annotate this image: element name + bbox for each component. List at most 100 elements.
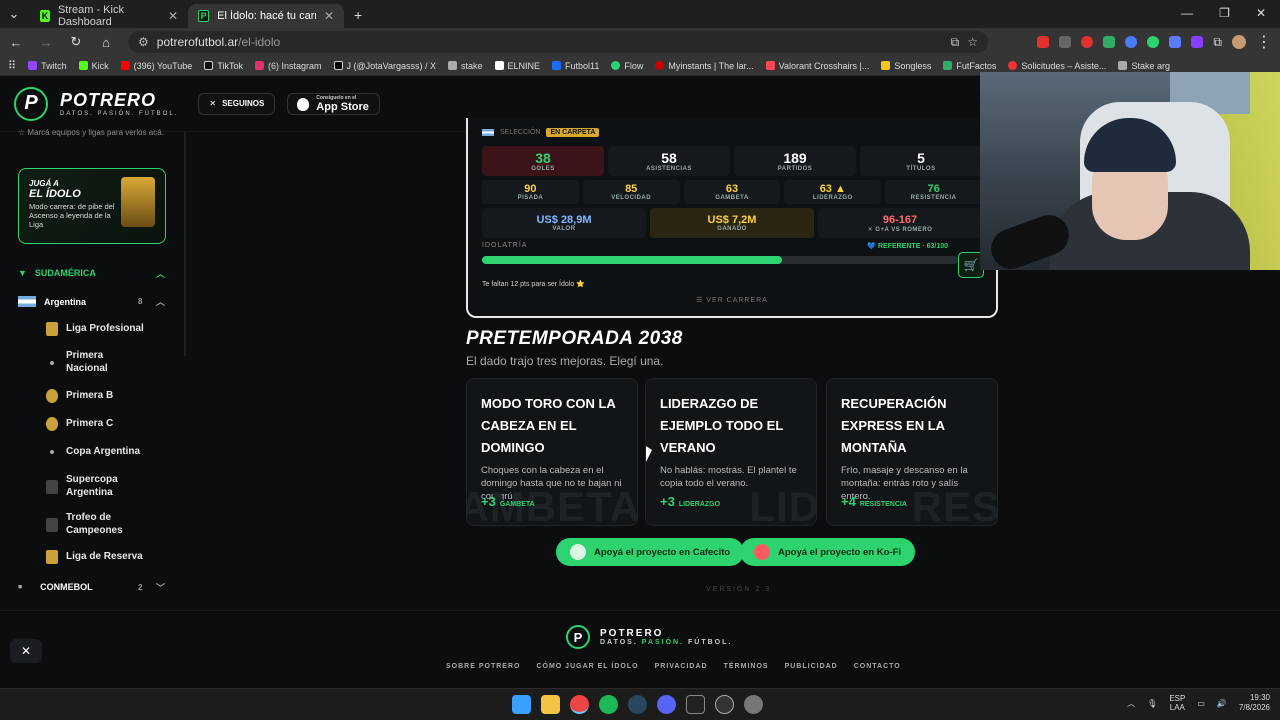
- site-logo[interactable]: POTRERO DATOS. PASIÓN. FÚTBOL.: [60, 90, 178, 117]
- bookmark-futbol11[interactable]: Futbol11: [552, 61, 599, 71]
- bookmark-x[interactable]: J (@JotaVargasss) / X: [333, 61, 436, 71]
- potrero-logo-icon[interactable]: P: [14, 86, 48, 121]
- epic-games-icon[interactable]: [686, 695, 705, 714]
- language-indicator[interactable]: ESP LAA: [1169, 694, 1185, 713]
- restore-icon[interactable]: ❐: [1219, 6, 1230, 20]
- url-field[interactable]: ⚙ potrerofutbol.ar/el-idolo ⧉ ☆: [128, 31, 988, 53]
- reload-icon[interactable]: ↻: [68, 34, 84, 50]
- close-icon[interactable]: ✕: [168, 9, 178, 23]
- close-icon[interactable]: ✕: [324, 9, 334, 23]
- bookmark-stake[interactable]: stake: [448, 61, 483, 71]
- selection-label: SELECCIÓN: [500, 129, 541, 136]
- site-info-icon[interactable]: ⚙: [138, 35, 149, 49]
- home-icon[interactable]: ⌂: [98, 35, 114, 50]
- chevron-up-icon[interactable]: ︿: [156, 295, 165, 308]
- chevron-up-icon[interactable]: ︿: [156, 267, 165, 280]
- x-social-button[interactable]: ✕: [10, 639, 42, 663]
- sidebar-item-liga-profesional[interactable]: Liga Profesional: [46, 322, 144, 336]
- bookmark-valorant[interactable]: Valorant Crosshairs |...: [765, 61, 869, 71]
- extension-icon[interactable]: [1103, 36, 1116, 48]
- region-conmebol[interactable]: ◼ CONMEBOL 2 ﹀: [18, 582, 165, 593]
- extension-icon[interactable]: [1037, 36, 1050, 48]
- extension-icon[interactable]: [1169, 36, 1182, 48]
- back-icon[interactable]: ←: [8, 35, 24, 50]
- close-window-icon[interactable]: ✕: [1256, 6, 1266, 20]
- bookmark-myinstants[interactable]: Myinstants | The lar...: [655, 61, 754, 71]
- career-card: SELECCIÓN EN CARPETA 38 GOLES 58 ASISTENCI…: [466, 118, 998, 318]
- bookmark-instagram[interactable]: (6) Instagram: [254, 61, 322, 71]
- footer-link-publicidad[interactable]: PUBLICIDAD: [785, 663, 838, 670]
- window-controls: — ❐ ✕: [1181, 6, 1280, 28]
- sidebar-item-primera-c[interactable]: Primera C: [46, 417, 113, 431]
- follow-x-button[interactable]: ✕ SEGUINOS: [198, 92, 276, 115]
- extension-icon[interactable]: [1059, 36, 1072, 48]
- footer-link-contacto[interactable]: CONTACTO: [854, 663, 901, 670]
- volume-icon[interactable]: 🔊: [1217, 699, 1227, 708]
- extension-icon[interactable]: [1081, 36, 1094, 48]
- country-argentina[interactable]: Argentina 8 ︿: [18, 296, 165, 307]
- cafecito-button[interactable]: Apoyá el proyecto en Cafecito: [556, 538, 745, 566]
- bookmark-futfactos[interactable]: FutFactos: [943, 61, 996, 71]
- conmebol-label: CONMEBOL: [40, 582, 93, 592]
- footer-link-sobre[interactable]: SOBRE POTRERO: [446, 663, 520, 670]
- install-app-icon[interactable]: ⧉: [951, 35, 960, 50]
- clock[interactable]: 19:30 7/8/2026: [1239, 693, 1270, 714]
- chevron-down-icon[interactable]: ﹀: [156, 581, 165, 594]
- preseason-option-1[interactable]: GAMBETA MODO TORO CON LA CABEZA EN EL DO…: [466, 378, 638, 526]
- forward-icon[interactable]: →: [38, 35, 54, 50]
- bookmark-solicitudes[interactable]: Solicitudes – Asiste...: [1008, 61, 1106, 71]
- chrome-icon[interactable]: [570, 695, 589, 714]
- kofi-button[interactable]: Apoyá el proyecto en Ko-Fi: [740, 538, 915, 566]
- bookmark-twitch[interactable]: Twitch: [28, 61, 67, 71]
- footer-link-privacidad[interactable]: PRIVACIDAD: [655, 663, 708, 670]
- bookmark-youtube[interactable]: (396) YouTube: [120, 61, 192, 71]
- league-logo-icon: [46, 550, 58, 564]
- bookmark-songless[interactable]: Songless: [881, 61, 931, 71]
- bookmark-kick[interactable]: Kick: [78, 61, 109, 71]
- app-store-button[interactable]: Consiguelo en el App Store: [287, 92, 380, 115]
- sidebar-item-primera-nacional[interactable]: Primera Nacional: [46, 350, 126, 375]
- browser-menu-icon[interactable]: ⋮: [1256, 32, 1272, 52]
- discord-icon[interactable]: [657, 695, 676, 714]
- footer-link-como-jugar[interactable]: CÓMO JUGAR EL ÍDOLO: [536, 663, 638, 670]
- obs-icon[interactable]: [715, 695, 734, 714]
- extension-icon[interactable]: [1147, 36, 1160, 48]
- settings-icon[interactable]: [744, 695, 763, 714]
- bookmark-tiktok[interactable]: TikTok: [204, 61, 243, 71]
- minimize-icon[interactable]: —: [1181, 6, 1193, 20]
- spotify-icon[interactable]: [599, 695, 618, 714]
- extension-icon[interactable]: [1125, 36, 1138, 48]
- preseason-option-2[interactable]: LID LIDERAZGO DE EJEMPLO TODO EL VERANO …: [645, 378, 817, 526]
- bookmark-stake-arg[interactable]: Stake arg: [1118, 61, 1170, 71]
- tab-el-idolo[interactable]: P El Ídolo: hacé tu carrera en la Li ✕: [188, 4, 344, 28]
- extensions-puzzle-icon[interactable]: ⧉: [1213, 35, 1222, 50]
- footer-link-terminos[interactable]: TÉRMINOS: [724, 663, 769, 670]
- sidebar-item-supercopa-argentina[interactable]: Supercopa Argentina: [46, 474, 136, 499]
- sidebar-scrollbar[interactable]: [184, 132, 186, 356]
- bookmark-flow[interactable]: Flow: [611, 61, 643, 71]
- country-count: 8: [138, 297, 143, 306]
- tray-chevron-icon[interactable]: ︿: [1127, 698, 1135, 709]
- region-sudamerica[interactable]: ▼ SUDAMÉRICA ︿: [18, 268, 165, 279]
- new-tab-button[interactable]: +: [354, 7, 362, 23]
- bookmark-star-icon[interactable]: ☆: [967, 35, 978, 49]
- network-icon[interactable]: ▭: [1197, 699, 1205, 708]
- el-idolo-promo-card[interactable]: JUGÁ A EL ÍDOLO Modo carrera: de pibe de…: [18, 168, 166, 244]
- sidebar-item-copa-argentina[interactable]: Copa Argentina: [46, 446, 140, 459]
- footer-logo[interactable]: P POTRERO DATOS. PASIÓN. FÚTBOL.: [566, 625, 732, 649]
- tab-list-chevron-icon[interactable]: ⌄: [6, 6, 22, 22]
- tab-kick-dashboard[interactable]: K Stream - Kick Dashboard ✕: [30, 4, 188, 28]
- steam-icon[interactable]: [628, 695, 647, 714]
- profile-avatar[interactable]: [1232, 35, 1246, 49]
- sidebar-item-trofeo-de-campeones[interactable]: Trofeo de Campeones: [46, 512, 136, 537]
- extension-icon[interactable]: [1191, 36, 1204, 48]
- microphone-icon[interactable]: 🎙: [1147, 699, 1157, 708]
- preseason-option-3[interactable]: RES RECUPERACIÓN EXPRESS EN LA MONTAÑA F…: [826, 378, 998, 526]
- file-explorer-icon[interactable]: [541, 695, 560, 714]
- ver-carrera-link[interactable]: ☰ VER CARRERA: [468, 296, 996, 304]
- sidebar-item-liga-de-reserva[interactable]: Liga de Reserva: [46, 550, 143, 564]
- apps-grid-icon[interactable]: ⠿: [8, 59, 16, 72]
- windows-start-icon[interactable]: [512, 695, 531, 714]
- bookmark-elnine[interactable]: ELNINE: [494, 61, 540, 71]
- sidebar-item-primera-b[interactable]: Primera B: [46, 389, 113, 403]
